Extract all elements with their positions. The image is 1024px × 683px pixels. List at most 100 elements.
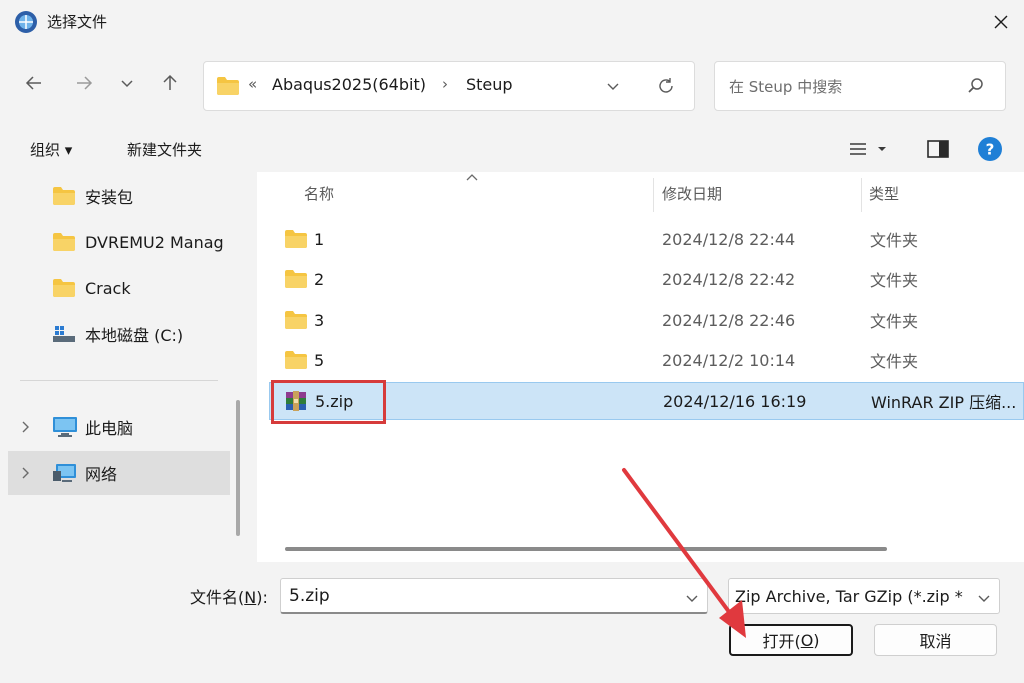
file-row-5[interactable]: 5 2024/12/2 10:14 文件夹: [269, 341, 1024, 379]
file-type: 文件夹: [870, 231, 919, 250]
app-icon: [14, 10, 38, 34]
sidebar-item-label: DVREMU2 Manag: [85, 232, 224, 252]
sidebar-item-label: 安装包: [85, 188, 134, 207]
sidebar-item-crack[interactable]: Crack: [8, 266, 230, 310]
close-button[interactable]: [986, 8, 1016, 36]
folder-icon: [53, 187, 75, 205]
folder-icon: [285, 351, 307, 369]
file-name: 5: [314, 350, 325, 370]
file-type: 文件夹: [870, 271, 919, 290]
file-row-1[interactable]: 1 2024/12/8 22:44 文件夹: [269, 220, 1024, 258]
network-icon: [53, 464, 76, 482]
file-type-value: Zip Archive, Tar GZip (*.zip *: [735, 586, 963, 606]
sidebar-item-installers[interactable]: 安装包: [8, 174, 230, 218]
arrow-left-icon: [25, 76, 41, 90]
chevron-down-icon[interactable]: [977, 591, 991, 605]
sidebar-item-dvremu2[interactable]: DVREMU2 Manag: [8, 220, 230, 264]
sort-ascending-icon: [465, 168, 479, 186]
column-separator[interactable]: [861, 178, 862, 212]
cancel-button[interactable]: 取消: [874, 624, 997, 656]
preview-pane-button[interactable]: [927, 134, 949, 164]
open-button[interactable]: 打开(O): [729, 624, 853, 656]
folder-icon: [217, 77, 239, 95]
file-date: 2024/12/2 10:14: [662, 350, 796, 370]
folder-icon: [285, 311, 307, 329]
annotation-highlight-box: [271, 380, 386, 424]
breadcrumb-item-abaqus[interactable]: Abaqus2025(64bit): [272, 75, 426, 94]
column-header-type[interactable]: 类型: [869, 172, 899, 214]
title-bar: 选择文件: [0, 0, 1024, 44]
search-box[interactable]: 在 Steup 中搜索: [714, 61, 1006, 111]
refresh-icon: [659, 78, 673, 93]
search-placeholder: 在 Steup 中搜索: [729, 78, 843, 96]
sidebar-divider: [20, 380, 218, 381]
column-header-date[interactable]: 修改日期: [662, 172, 722, 214]
file-date: 2024/12/8 22:44: [662, 229, 796, 249]
filename-value: 5.zip: [289, 585, 330, 606]
chevron-right-icon[interactable]: [20, 420, 32, 434]
new-folder-button[interactable]: 新建文件夹: [127, 134, 202, 164]
sidebar-item-network[interactable]: 网络: [8, 451, 230, 495]
refresh-button[interactable]: [657, 77, 675, 99]
navigation-bar: « Abaqus2025(64bit) › Steup 在 Steup 中搜索: [0, 52, 1024, 116]
file-type-select[interactable]: Zip Archive, Tar GZip (*.zip *: [728, 578, 1000, 614]
sidebar-item-label: Crack: [85, 278, 131, 298]
file-row-2[interactable]: 2 2024/12/8 22:42 文件夹: [269, 260, 1024, 298]
horizontal-scrollbar[interactable]: [285, 547, 887, 551]
help-button[interactable]: ?: [977, 134, 1003, 164]
computer-icon: [53, 417, 77, 437]
sidebar-item-label: 本地磁盘 (C:): [85, 326, 184, 345]
svg-text:?: ?: [986, 141, 995, 159]
drive-icon: [53, 326, 75, 342]
up-button[interactable]: [155, 68, 185, 98]
list-view-icon: [850, 143, 886, 155]
sidebar-item-local-disk[interactable]: 本地磁盘 (C:): [8, 312, 230, 356]
column-header-name[interactable]: 名称: [304, 172, 334, 214]
file-date: 2024/12/16 16:19: [663, 391, 807, 411]
arrow-up-icon: [163, 74, 177, 90]
column-separator[interactable]: [653, 178, 654, 212]
sidebar-item-label: 此电脑: [85, 419, 134, 438]
navigation-pane: 安装包 DVREMU2 Manag Crack 本地磁盘 (C:) 此电脑 网络: [0, 172, 245, 562]
filename-input[interactable]: 5.zip: [280, 578, 708, 614]
folder-icon: [285, 270, 307, 288]
file-type: 文件夹: [870, 312, 919, 331]
filename-label: 文件名(N):: [190, 588, 268, 607]
file-type: WinRAR ZIP 压缩...: [871, 393, 1017, 412]
breadcrumb-item-steup[interactable]: Steup: [466, 75, 513, 94]
chevron-right-icon[interactable]: [20, 466, 32, 480]
folder-icon: [53, 279, 75, 297]
file-name: 2: [314, 269, 325, 289]
forward-button[interactable]: [69, 68, 99, 98]
folder-icon: [53, 233, 75, 251]
address-bar[interactable]: « Abaqus2025(64bit) › Steup: [203, 61, 695, 111]
file-date: 2024/12/8 22:42: [662, 269, 796, 289]
back-button[interactable]: [19, 68, 49, 98]
help-icon: ?: [978, 137, 1002, 161]
file-row-3[interactable]: 3 2024/12/8 22:46 文件夹: [269, 301, 1024, 339]
dialog-footer: 文件名(N): 5.zip Zip Archive, Tar GZip (*.z…: [0, 562, 1024, 683]
search-icon[interactable]: [967, 77, 985, 99]
arrow-right-icon: [77, 76, 93, 90]
chevron-down-icon: [607, 83, 619, 90]
file-name: 3: [314, 310, 325, 330]
folder-icon: [285, 230, 307, 248]
organize-button[interactable]: 组织 ▾: [30, 134, 72, 164]
file-type: 文件夹: [870, 352, 919, 371]
command-bar: 组织 ▾ 新建文件夹 ?: [0, 126, 1024, 172]
file-name: 1: [314, 229, 325, 249]
sidebar-item-label: 网络: [85, 465, 118, 484]
close-icon: [994, 15, 1008, 29]
chevron-down-icon: [121, 80, 133, 88]
sidebar-item-this-pc[interactable]: 此电脑: [8, 405, 230, 449]
window-title: 选择文件: [47, 13, 108, 31]
file-date: 2024/12/8 22:46: [662, 310, 796, 330]
chevron-down-icon[interactable]: [685, 591, 699, 605]
view-options-button[interactable]: [848, 134, 886, 164]
breadcrumb-overflow[interactable]: «: [248, 75, 257, 93]
sidebar-scrollbar[interactable]: [236, 400, 240, 536]
recent-locations-button[interactable]: [112, 68, 142, 98]
file-list: 名称 修改日期 类型 1 2024/12/8 22:44 文件夹 2 2024/…: [257, 172, 1024, 562]
preview-pane-icon: [927, 140, 949, 158]
address-dropdown-button[interactable]: [606, 79, 620, 97]
